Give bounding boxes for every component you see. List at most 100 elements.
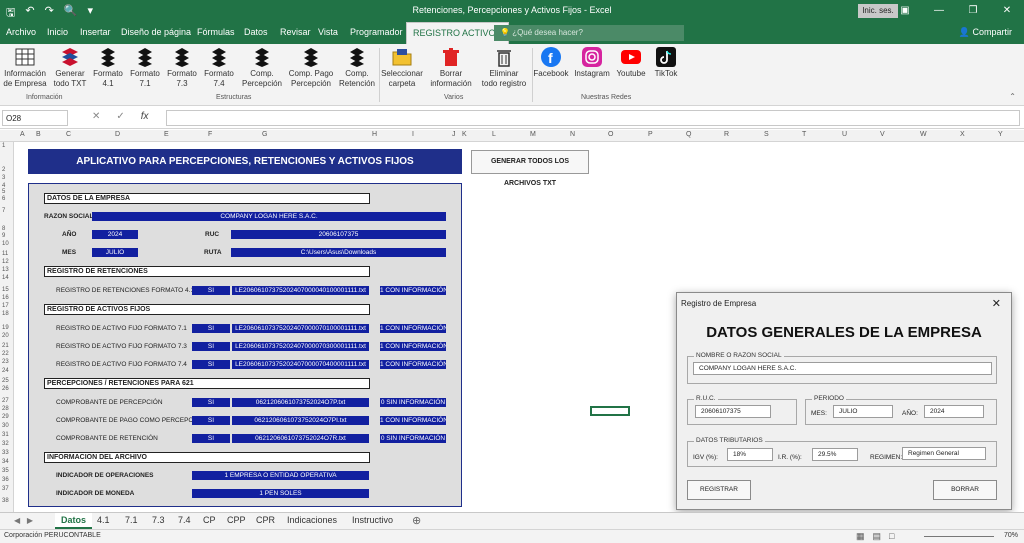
row-header[interactable]: 6 xyxy=(2,196,5,202)
add-sheet-icon[interactable]: ⊕ xyxy=(412,514,421,527)
row-header[interactable]: 22 xyxy=(2,351,9,357)
sheet-tab-7-1[interactable]: 7.1 xyxy=(125,515,138,525)
ribbon-btn-comp-retencion[interactable]: Comp. Retención xyxy=(338,46,376,89)
row-header[interactable]: 30 xyxy=(2,423,9,429)
row-header[interactable]: 8 xyxy=(2,226,5,232)
row-header[interactable]: 11 xyxy=(2,251,8,257)
sheet-tab-7-3[interactable]: 7.3 xyxy=(152,515,165,525)
registro-file-cell[interactable]: LE20606107375202407000070400001111.txt xyxy=(232,360,369,369)
registrar-button[interactable]: REGISTRAR xyxy=(687,480,751,500)
ribbon-btn-comp-percepcion[interactable]: Comp. Percepción xyxy=(240,46,284,89)
ribbon-btn-borrar-informacion[interactable]: Borrar información xyxy=(428,46,474,89)
row-header[interactable]: 17 xyxy=(2,303,9,309)
registro-flag-cell[interactable]: SI xyxy=(192,324,230,333)
column-header[interactable]: A xyxy=(20,131,25,138)
ribbon-btn-eliminar-todo[interactable]: Eliminar todo registro xyxy=(478,46,530,89)
sheet-tab-7-4[interactable]: 7.4 xyxy=(178,515,191,525)
registro-flag-cell[interactable]: SI xyxy=(192,342,230,351)
row-header[interactable]: 3 xyxy=(2,175,5,181)
minimize-icon[interactable]: — xyxy=(922,0,956,22)
row-header[interactable]: 9 xyxy=(2,233,5,239)
registro-file-cell[interactable]: 0621206061073752024O7PI.txt xyxy=(232,416,369,425)
row-header[interactable]: 32 xyxy=(2,441,9,447)
tab-datos[interactable]: Datos xyxy=(244,27,268,37)
tab-diseno-pagina[interactable]: Diseño de página xyxy=(121,27,191,37)
tab-programador[interactable]: Programador xyxy=(350,27,403,37)
row-header[interactable]: 34 xyxy=(2,459,9,465)
share-button[interactable]: 👤 Compartir xyxy=(959,27,1012,38)
registro-file-cell[interactable]: 0621206061073752024O7R.txt xyxy=(232,434,369,443)
sheet-tab-4-1[interactable]: 4.1 xyxy=(97,515,110,525)
sheet-tab-cpp[interactable]: CPP xyxy=(227,515,246,525)
tab-archivo[interactable]: Archivo xyxy=(6,27,36,37)
column-header[interactable]: J xyxy=(452,131,456,138)
close-icon[interactable]: ✕ xyxy=(990,0,1024,22)
tell-me-search[interactable]: 💡 ¿Qué desea hacer? xyxy=(494,25,684,41)
row-header[interactable]: 23 xyxy=(2,359,9,365)
zoom-slider[interactable] xyxy=(924,536,994,537)
row-header[interactable]: 35 xyxy=(2,468,9,474)
column-header[interactable]: M xyxy=(530,131,536,138)
row-header[interactable]: 1 xyxy=(2,143,5,149)
column-header[interactable]: L xyxy=(492,131,496,138)
name-box[interactable]: O28 xyxy=(2,110,68,126)
row-header[interactable]: 14 xyxy=(2,275,9,281)
registro-file-cell[interactable]: LE20606107375202407000040100001111.txt xyxy=(232,286,369,295)
ribbon-btn-tiktok[interactable]: TikTok xyxy=(652,46,680,79)
sheet-tab-indicaciones[interactable]: Indicaciones xyxy=(287,515,337,525)
formula-input[interactable] xyxy=(166,110,1020,126)
ribbon-btn-instagram[interactable]: Instagram xyxy=(573,46,611,79)
row-header[interactable]: 24 xyxy=(2,368,9,374)
zoom-level[interactable]: 70% xyxy=(1004,532,1018,539)
anio-cell[interactable]: 2024 xyxy=(92,230,138,239)
tab-inicio[interactable]: Inicio xyxy=(47,27,68,37)
anio-input[interactable]: 2024 xyxy=(924,405,984,418)
regimen-input[interactable]: Regimen General xyxy=(902,447,986,460)
selected-cell-o28[interactable] xyxy=(590,406,630,416)
tab-insertar[interactable]: Insertar xyxy=(80,27,111,37)
column-header[interactable]: R xyxy=(724,131,729,138)
column-header[interactable]: E xyxy=(164,131,169,138)
column-header[interactable]: V xyxy=(880,131,885,138)
normal-view-icon[interactable]: ▦ xyxy=(856,531,865,542)
column-header[interactable]: G xyxy=(262,131,267,138)
row-header[interactable]: 16 xyxy=(2,295,9,301)
ribbon-btn-formato-7-1[interactable]: Formato 7.1 xyxy=(129,46,161,89)
ruc-cell[interactable]: 20606107375 xyxy=(231,230,446,239)
row-header[interactable]: 18 xyxy=(2,311,9,317)
row-header[interactable]: 2 xyxy=(2,167,5,173)
column-header[interactable]: I xyxy=(412,131,414,138)
registro-file-cell[interactable]: 0621206061073752024O7P.txt xyxy=(232,398,369,407)
tab-revisar[interactable]: Revisar xyxy=(280,27,311,37)
mes-input[interactable]: JULIO xyxy=(833,405,893,418)
insert-function-icon[interactable]: fx xyxy=(141,111,149,122)
ir-input[interactable]: 29.5% xyxy=(812,448,858,461)
row-header[interactable]: 29 xyxy=(2,414,9,420)
ruta-cell[interactable]: C:\Users\Asus\Downloads xyxy=(231,248,446,257)
registro-flag-cell[interactable]: SI xyxy=(192,434,230,443)
row-header[interactable]: 33 xyxy=(2,450,9,456)
borrar-button[interactable]: BORRAR xyxy=(933,480,997,500)
column-header[interactable]: N xyxy=(570,131,575,138)
column-header[interactable]: C xyxy=(66,131,71,138)
indicador-operaciones-cell[interactable]: 1 EMPRESA O ENTIDAD OPERATIVA xyxy=(192,471,369,480)
row-header[interactable]: 21 xyxy=(2,343,9,349)
column-header[interactable]: Y xyxy=(998,131,1003,138)
registro-file-cell[interactable]: LE20606107375202407000070100001111.txt xyxy=(232,324,369,333)
ribbon-btn-formato-7-3[interactable]: Formato 7.3 xyxy=(166,46,198,89)
igv-input[interactable]: 18% xyxy=(727,448,773,461)
column-header[interactable]: P xyxy=(648,131,653,138)
ruc-input[interactable]: 20606107375 xyxy=(695,405,771,418)
ribbon-btn-informacion-empresa[interactable]: Información de Empresa xyxy=(2,46,48,89)
registro-flag-cell[interactable]: SI xyxy=(192,360,230,369)
column-header[interactable]: W xyxy=(920,131,927,138)
ribbon-btn-facebook[interactable]: f Facebook xyxy=(533,46,569,79)
row-header[interactable]: 31 xyxy=(2,432,9,438)
page-break-icon[interactable]: □ xyxy=(889,531,894,542)
generate-all-txt-button[interactable]: GENERAR TODOS LOS ARCHIVOS TXT xyxy=(471,150,589,187)
column-header[interactable]: F xyxy=(208,131,212,138)
row-header[interactable]: 10 xyxy=(2,241,9,247)
ribbon-btn-seleccionar-carpeta[interactable]: Seleccionar carpeta xyxy=(381,46,423,89)
row-header[interactable]: 38 xyxy=(2,498,9,504)
row-header[interactable]: 25 xyxy=(2,378,9,384)
